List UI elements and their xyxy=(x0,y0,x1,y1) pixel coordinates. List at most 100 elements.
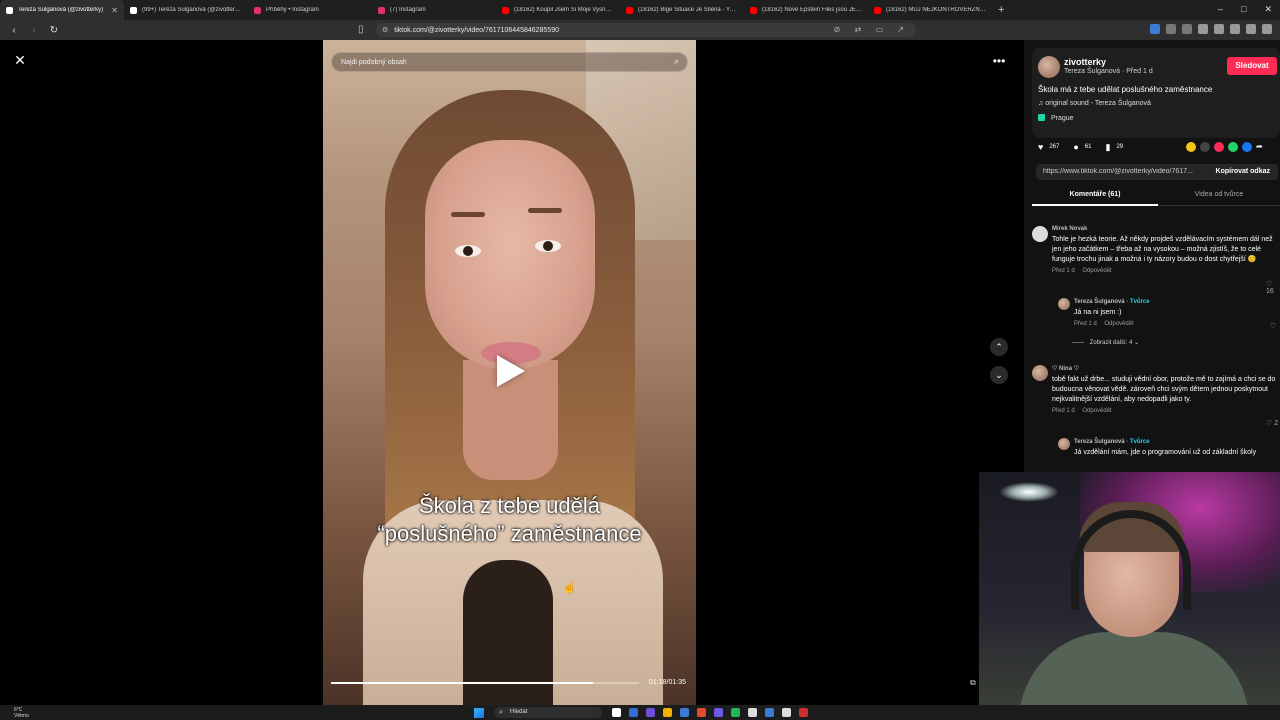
comment-meta: Před 1 d Odpovědět xyxy=(1052,408,1277,414)
panel-tabs: Komentáře (61) Videa od tvůrce xyxy=(1032,188,1280,206)
browser-tab[interactable]: (7) Instagram xyxy=(372,0,496,20)
taskbar-search[interactable]: ⌕ Hledat xyxy=(494,707,602,718)
minimize-icon[interactable]: – xyxy=(1218,4,1223,15)
reply-button[interactable]: Odpovědět xyxy=(1082,268,1111,274)
facebook-icon[interactable] xyxy=(1242,142,1252,152)
post-sound[interactable]: ♫ original sound - Tereza Šulganová xyxy=(1038,100,1151,107)
youtube-icon xyxy=(626,6,633,14)
search-icon[interactable]: ⌕ xyxy=(674,56,679,67)
extension-icon[interactable] xyxy=(1150,24,1160,34)
close-window-icon[interactable]: ✕ xyxy=(1264,4,1272,15)
extension-icon[interactable] xyxy=(1262,24,1272,34)
reply-button[interactable]: Odpovědět xyxy=(1082,408,1111,414)
taskbar-app-icon[interactable] xyxy=(680,708,689,717)
avatar[interactable] xyxy=(1038,56,1060,78)
share-icon[interactable] xyxy=(1186,142,1196,152)
taskbar-apps xyxy=(612,708,808,717)
similar-content-search[interactable]: Najdi podobný obsah ⌕ xyxy=(331,52,688,72)
comment-time: Před 1 d xyxy=(1052,408,1075,414)
browser-tab[interactable]: (99+) Tereza Šulganová (@zivotterky) xyxy=(124,0,248,20)
taskbar-app-icon[interactable] xyxy=(646,708,655,717)
comment-like-icon[interactable]: ♡ xyxy=(1270,322,1276,330)
video-progress-bar[interactable] xyxy=(331,682,639,684)
maximize-icon[interactable]: □ xyxy=(1241,4,1246,15)
avatar[interactable] xyxy=(1032,365,1048,381)
taskbar-app-icon[interactable] xyxy=(765,708,774,717)
follow-button[interactable]: Sledovat xyxy=(1227,57,1277,75)
start-icon[interactable] xyxy=(474,708,484,718)
comment-author[interactable]: Tereza Šulganová · Tvůrce xyxy=(1074,439,1274,445)
comment-like-icon[interactable]: ♡ 2 xyxy=(1266,419,1278,427)
comment-like-icon[interactable]: ♡ 16 xyxy=(1266,280,1280,295)
post-link[interactable]: https://www.tiktok.com/@zivotterky/video… xyxy=(1043,168,1203,175)
comment-author[interactable]: ♡ Nina ♡ xyxy=(1052,365,1277,372)
taskbar-app-icon[interactable] xyxy=(782,708,791,717)
post-location[interactable]: Prague xyxy=(1038,114,1074,122)
picture-in-picture-icon[interactable]: ⧉ xyxy=(970,678,976,688)
taskbar-app-icon[interactable] xyxy=(629,708,638,717)
extension-icon[interactable] xyxy=(1166,24,1176,34)
embed-icon[interactable] xyxy=(1200,142,1210,152)
tab-title: (18162) Bige Situace Je Šílená - YouTube xyxy=(638,7,738,13)
taskbar-app-icon[interactable] xyxy=(697,708,706,717)
avatar[interactable] xyxy=(1058,298,1070,310)
webcam-person-body xyxy=(1019,632,1249,705)
extension-icon[interactable] xyxy=(1246,24,1256,34)
forward-icon[interactable]: › xyxy=(28,25,40,36)
close-icon[interactable]: ✕ xyxy=(11,51,29,69)
browser-tab[interactable]: (18162) Koupil Jsem Si Moje Vysněné xyxy=(496,0,620,20)
comment-text: Tohle je hezká teorie. Až někdy projdeš … xyxy=(1052,236,1273,263)
reload-icon[interactable]: ↻ xyxy=(48,25,60,36)
search-icon: ⌕ xyxy=(499,709,503,716)
comment-author[interactable]: Mirek Novak xyxy=(1052,226,1277,232)
tab-creator-videos[interactable]: Videa od tvůrce xyxy=(1158,188,1280,206)
avatar[interactable] xyxy=(1032,226,1048,242)
comment-icon[interactable]: ● xyxy=(1073,142,1078,152)
taskbar-app-icon[interactable] xyxy=(612,708,621,717)
close-tab-icon[interactable]: ✕ xyxy=(111,6,118,15)
whatsapp-icon[interactable] xyxy=(1228,142,1238,152)
new-tab-icon[interactable]: + xyxy=(998,4,1004,16)
taskbar-app-icon[interactable] xyxy=(748,708,757,717)
taskbar-app-icon[interactable] xyxy=(731,708,740,717)
browser-tab[interactable]: Příběhy • Instagram xyxy=(248,0,372,20)
show-more-replies[interactable]: Zobrazit další: 4 ⌄ xyxy=(1072,339,1139,346)
tab-comments[interactable]: Komentáře (61) xyxy=(1032,188,1158,206)
more-options-icon[interactable]: ••• xyxy=(990,52,1008,70)
comment-time: Před 1 d xyxy=(1052,268,1075,274)
reply-button[interactable]: Odpovědět xyxy=(1104,321,1133,327)
weather-widget[interactable]: 6°C Větrno xyxy=(14,707,29,719)
hand-cursor-icon: ☝ xyxy=(562,580,577,594)
extensions xyxy=(1150,24,1272,34)
bookmark-icon[interactable]: ▮ xyxy=(1105,142,1110,153)
url-field[interactable]: ⚙ tiktok.com/@zivotterky/video/761710644… xyxy=(376,23,916,37)
username[interactable]: zivotterky xyxy=(1064,57,1106,67)
comment-author[interactable]: Tereza Šulganová · Tvůrce xyxy=(1074,299,1274,305)
url-action-icons[interactable]: ⊘ ⇄ ▭ ↗ xyxy=(834,25,910,34)
forward-share-icon[interactable]: ➦ xyxy=(1256,142,1264,152)
video-caption: Škola z tebe udělá “poslušného” zaměstna… xyxy=(323,492,696,548)
taskbar-app-icon[interactable] xyxy=(799,708,808,717)
browser-tab[interactable]: (18162) MŮJ NEJKONTROVERZNĚJŠÍ xyxy=(868,0,992,20)
extension-icon[interactable] xyxy=(1230,24,1240,34)
taskbar-app-icon[interactable] xyxy=(714,708,723,717)
avatar[interactable] xyxy=(1058,438,1070,450)
extension-icon[interactable] xyxy=(1182,24,1192,34)
share-icon[interactable] xyxy=(1214,142,1224,152)
browser-tab[interactable]: (18162) Nové Epstein Files jsou JEŠTĚ xyxy=(744,0,868,20)
previous-video-icon[interactable]: ⌃ xyxy=(990,338,1008,356)
browser-tab[interactable]: (18162) Bige Situace Je Šílená - YouTube xyxy=(620,0,744,20)
copy-link-button[interactable]: Kopírovat odkaz xyxy=(1216,168,1270,175)
taskbar-app-icon[interactable] xyxy=(663,708,672,717)
site-info-icon[interactable]: ⚙ xyxy=(382,26,388,34)
location-name: Prague xyxy=(1050,115,1074,122)
extension-icon[interactable] xyxy=(1214,24,1224,34)
play-icon[interactable] xyxy=(497,355,525,387)
extension-icon[interactable] xyxy=(1198,24,1208,34)
bookmark-icon[interactable]: ▯ xyxy=(358,24,364,35)
tab-title: (18162) Koupil Jsem Si Moje Vysněné xyxy=(514,7,614,13)
browser-tab-active[interactable]: Tereza Šulganová (@zivotterky) ✕ xyxy=(0,0,124,20)
next-video-icon[interactable]: ⌄ xyxy=(990,366,1008,384)
like-icon[interactable]: ♥ xyxy=(1038,142,1043,152)
back-icon[interactable]: ‹ xyxy=(8,25,20,36)
